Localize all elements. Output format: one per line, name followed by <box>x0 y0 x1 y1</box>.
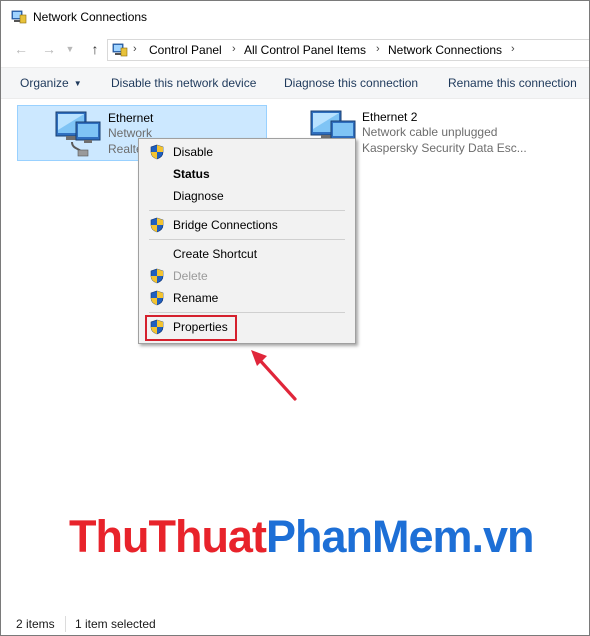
window-title: Network Connections <box>33 10 148 24</box>
network-connections-window: Network Connections ← → ▼ ↑ › Control Pa… <box>0 0 590 636</box>
selection-count: 1 item selected <box>75 617 156 631</box>
network-connections-icon <box>11 10 27 24</box>
address-bar[interactable]: › Control Panel › All Control Panel Item… <box>107 39 589 61</box>
menu-separator <box>149 239 345 240</box>
menu-item-diagnose[interactable]: Diagnose <box>139 185 355 207</box>
uac-shield-icon <box>150 268 164 284</box>
connection-adapter: Kaspersky Security Data Esc... <box>362 141 527 155</box>
breadcrumb-chevron-icon[interactable]: › <box>511 43 515 55</box>
menu-item-status[interactable]: Status <box>139 163 355 185</box>
menu-item-label: Disable <box>173 145 214 159</box>
watermark-logo: ThuThuatPhanMem.vn <box>69 511 535 563</box>
connection-name: Ethernet 2 <box>362 110 418 124</box>
organize-button[interactable]: Organize ▼ <box>20 76 82 90</box>
connection-status: Network cable unplugged <box>362 125 498 139</box>
back-arrow-icon[interactable]: ← <box>11 39 31 59</box>
breadcrumb-network-connections[interactable]: Network Connections <box>388 43 502 57</box>
pointer-arrow-icon <box>251 350 297 401</box>
breadcrumb-all-items[interactable]: All Control Panel Items <box>244 43 366 57</box>
item-count: 2 items <box>16 617 55 631</box>
menu-item-label: Bridge Connections <box>173 218 278 232</box>
breadcrumb-chevron-icon[interactable]: › <box>376 43 380 55</box>
uac-shield-icon <box>150 144 164 160</box>
network-adapter-icon <box>55 111 101 157</box>
forward-arrow-icon[interactable]: → <box>39 39 59 59</box>
menu-item-label: Rename <box>173 291 219 305</box>
title-bar[interactable]: Network Connections <box>1 1 589 33</box>
properties-highlight-box <box>145 315 237 341</box>
disable-device-button[interactable]: Disable this network device <box>111 76 256 90</box>
menu-item-label: Create Shortcut <box>173 247 258 261</box>
menu-item-label: Diagnose <box>173 189 224 203</box>
menu-item-delete: Delete <box>139 265 355 287</box>
connection-name: Ethernet <box>108 111 154 125</box>
menu-separator <box>149 210 345 211</box>
rename-connection-button[interactable]: Rename this connection <box>448 76 577 90</box>
command-bar: Organize ▼ Disable this network device Di… <box>1 67 589 99</box>
uac-shield-icon <box>150 290 164 306</box>
menu-item-bridge-connections[interactable]: Bridge Connections <box>139 214 355 236</box>
uac-shield-icon <box>150 217 164 233</box>
watermark-blue-text: PhanMem.vn <box>265 511 535 562</box>
context-menu: Disable Status Diagnose Bridge Connectio… <box>138 138 356 344</box>
organize-label: Organize <box>20 76 69 90</box>
menu-item-rename[interactable]: Rename <box>139 287 355 309</box>
up-arrow-icon[interactable]: ↑ <box>85 39 105 59</box>
breadcrumb-control-panel[interactable]: Control Panel <box>149 43 222 57</box>
menu-separator <box>149 312 345 313</box>
diagnose-connection-button[interactable]: Diagnose this connection <box>284 76 418 90</box>
menu-item-disable[interactable]: Disable <box>139 141 355 163</box>
recent-locations-chevron-icon[interactable]: ▼ <box>63 39 77 59</box>
breadcrumb-chevron-icon[interactable]: › <box>133 43 137 55</box>
menu-item-label: Status <box>173 167 210 181</box>
control-panel-icon <box>112 43 128 57</box>
address-row: ← → ▼ ↑ › Control Panel › All Control Pa… <box>1 35 589 63</box>
status-bar: 2 items 1 item selected <box>1 613 589 635</box>
chevron-down-icon: ▼ <box>73 79 82 88</box>
breadcrumb-chevron-icon[interactable]: › <box>232 43 236 55</box>
watermark-red-text: ThuThuat <box>69 511 267 562</box>
menu-item-label: Delete <box>173 269 208 283</box>
status-divider <box>65 616 66 632</box>
menu-item-create-shortcut[interactable]: Create Shortcut <box>139 243 355 265</box>
